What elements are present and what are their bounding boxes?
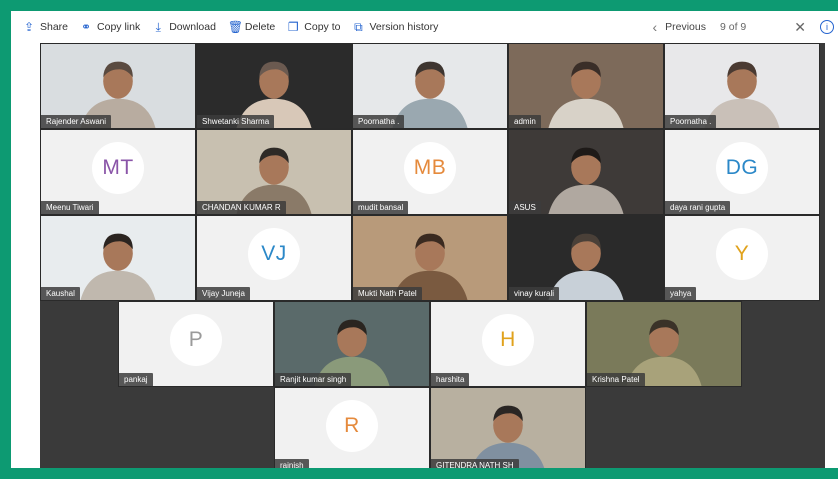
avatar: H (482, 313, 534, 366)
avatar: VJ (248, 227, 300, 280)
copy-icon: ❐ (287, 20, 299, 34)
avatar: P (170, 313, 222, 366)
participant-tile: Poornatha . (352, 43, 508, 129)
image-viewer: ⇪ Share ⚭ Copy link ⤓ Download 🗑 Delete … (11, 11, 838, 468)
participant-name: admin (509, 115, 541, 128)
participant-name: Poornatha . (353, 115, 405, 128)
trash-icon: 🗑 (227, 20, 244, 34)
meeting-gallery: Rajender Aswani Shwetanki Sharma Poornatha… (40, 43, 825, 468)
participant-tile: Poornatha . (664, 43, 820, 129)
participant-name: vinay kurali (509, 287, 560, 300)
participant-tile: GITENDRA NATH SH (430, 387, 586, 468)
participant-name: Rajender Aswani (41, 115, 112, 128)
participant-tile: Kaushal (40, 215, 196, 301)
delete-button[interactable]: 🗑 Delete (228, 20, 275, 34)
participant-tile: Mukti Nath Patel (352, 215, 508, 301)
copy-link-button[interactable]: ⚭ Copy link (80, 20, 140, 34)
participant-name: Meenu Tiwari (41, 201, 99, 214)
version-history-button[interactable]: ⧉ Version history (352, 20, 438, 35)
participant-name: harshita (431, 373, 470, 386)
participant-tile: Rajender Aswani (40, 43, 196, 129)
participant-name: Ranjit kumar singh (275, 373, 352, 386)
avatar: Y (716, 227, 768, 280)
participant-name: yahya (665, 287, 697, 300)
participant-tile: ASUS (508, 129, 664, 215)
copy-to-button[interactable]: ❐ Copy to (287, 20, 341, 34)
participant-name: CHANDAN KUMAR R (197, 201, 286, 214)
download-button[interactable]: ⤓ Download (152, 20, 216, 35)
previous-label: Previous (665, 21, 706, 33)
chevron-left-icon: ‹ (652, 19, 658, 35)
participant-tile: DG daya rani gupta (664, 129, 820, 215)
link-icon: ⚭ (81, 20, 92, 34)
participant-tile: MB mudit bansal (352, 129, 508, 215)
video-feed (431, 388, 585, 468)
previous-button[interactable]: ‹ Previous (652, 19, 706, 35)
participant-name: Krishna Patel (587, 373, 645, 386)
participant-tile: Ppankaj (118, 301, 274, 387)
history-icon: ⧉ (354, 19, 363, 34)
participant-tile: VJ Vijay Juneja (196, 215, 352, 301)
download-icon: ⤓ (155, 19, 161, 34)
participant-tile: MT Meenu Tiwari (40, 129, 196, 215)
participant-name: Kaushal (41, 287, 80, 300)
participant-name: ASUS (509, 201, 541, 214)
avatar: R (326, 399, 378, 452)
participant-name: Poornatha . (665, 115, 717, 128)
participant-tile: vinay kurali (508, 215, 664, 301)
close-icon[interactable]: ✕ (794, 19, 806, 36)
copy-to-label: Copy to (304, 21, 341, 33)
participant-name: daya rani gupta (665, 201, 731, 214)
participant-tile: Yyahya (664, 215, 820, 301)
participant-name: Vijay Juneja (197, 287, 250, 300)
copy-link-label: Copy link (97, 21, 141, 33)
share-label: Share (40, 21, 69, 33)
participant-tile: Rrajnish (274, 387, 430, 468)
participant-name: GITENDRA NATH SH (431, 459, 519, 468)
delete-label: Delete (244, 21, 276, 33)
download-label: Download (169, 21, 216, 33)
info-icon[interactable]: i (820, 20, 834, 34)
participant-name: rajnish (275, 459, 309, 468)
avatar: MT (92, 141, 144, 194)
image-counter: 9 of 9 (719, 21, 747, 33)
viewer-toolbar: ⇪ Share ⚭ Copy link ⤓ Download 🗑 Delete … (11, 11, 838, 43)
share-icon: ⇪ (23, 20, 35, 34)
participant-tile: Hharshita (430, 301, 586, 387)
participant-name: pankaj (119, 373, 153, 386)
participant-tile: admin (508, 43, 664, 129)
avatar: DG (716, 141, 768, 194)
participant-tile: Ranjit kumar singh (274, 301, 430, 387)
version-history-label: Version history (369, 21, 439, 33)
participant-tile: Krishna Patel (586, 301, 742, 387)
participant-tile: CHANDAN KUMAR R (196, 129, 352, 215)
participant-name: Mukti Nath Patel (353, 287, 422, 300)
share-button[interactable]: ⇪ Share (23, 20, 68, 34)
avatar: MB (404, 141, 456, 194)
participant-name: Shwetanki Sharma (197, 115, 275, 128)
participant-name: mudit bansal (353, 201, 409, 214)
participant-tile: Shwetanki Sharma (196, 43, 352, 129)
